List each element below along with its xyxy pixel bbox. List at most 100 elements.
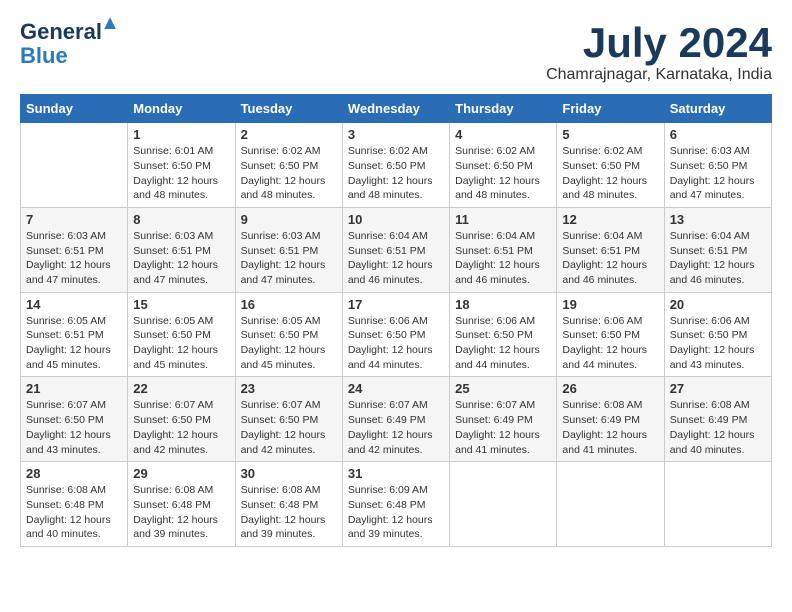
day-number: 9: [241, 212, 337, 227]
day-number: 16: [241, 297, 337, 312]
calendar-row: 28 Sunrise: 6:08 AMSunset: 6:48 PMDayligh…: [21, 462, 772, 547]
calendar-cell: 9Sunrise: 6:03 AMSunset: 6:51 PMDaylight…: [235, 207, 342, 292]
calendar-cell: [664, 462, 771, 547]
logo: General ▲ Blue: [20, 20, 102, 68]
weekday-header-monday: Monday: [128, 95, 235, 123]
calendar-cell: 25 Sunrise: 6:07 AMSunset: 6:49 PMDayligh…: [450, 377, 557, 462]
day-detail: Sunrise: 6:07 AMSunset: 6:50 PMDaylight:…: [133, 398, 229, 457]
calendar-row: 14Sunrise: 6:05 AMSunset: 6:51 PMDayligh…: [21, 292, 772, 377]
logo-bird-icon: ▲: [100, 12, 120, 35]
calendar-cell: [21, 123, 128, 208]
day-detail: Sunrise: 6:08 AMSunset: 6:48 PMDaylight:…: [241, 483, 337, 542]
calendar-cell: 15 Sunrise: 6:05 AMSunset: 6:50 PMDayligh…: [128, 292, 235, 377]
calendar-cell: [557, 462, 664, 547]
day-number: 17: [348, 297, 444, 312]
day-number: 4: [455, 127, 551, 142]
day-detail: Sunrise: 6:04 AMSunset: 6:51 PMDaylight:…: [670, 229, 766, 288]
calendar-row: 7 Sunrise: 6:03 AMSunset: 6:51 PMDaylight…: [21, 207, 772, 292]
calendar-cell: 17 Sunrise: 6:06 AMSunset: 6:50 PMDayligh…: [342, 292, 449, 377]
day-detail: Sunrise: 6:08 AMSunset: 6:48 PMDaylight:…: [26, 483, 122, 542]
day-number: 27: [670, 381, 766, 396]
day-number: 15: [133, 297, 229, 312]
calendar-cell: 23 Sunrise: 6:07 AMSunset: 6:50 PMDayligh…: [235, 377, 342, 462]
calendar-cell: 26 Sunrise: 6:08 AMSunset: 6:49 PMDayligh…: [557, 377, 664, 462]
calendar-cell: 31 Sunrise: 6:09 AMSunset: 6:48 PMDayligh…: [342, 462, 449, 547]
calendar-cell: 8 Sunrise: 6:03 AMSunset: 6:51 PMDaylight…: [128, 207, 235, 292]
day-number: 25: [455, 381, 551, 396]
day-detail: Sunrise: 6:07 AMSunset: 6:49 PMDaylight:…: [455, 398, 551, 457]
day-number: 8: [133, 212, 229, 227]
day-number: 18: [455, 297, 551, 312]
calendar-cell: 16 Sunrise: 6:05 AMSunset: 6:50 PMDayligh…: [235, 292, 342, 377]
day-detail: Sunrise: 6:05 AMSunset: 6:50 PMDaylight:…: [133, 314, 229, 373]
calendar-cell: 10Sunrise: 6:04 AMSunset: 6:51 PMDayligh…: [342, 207, 449, 292]
calendar-cell: 7Sunrise: 6:03 AMSunset: 6:51 PMDaylight…: [21, 207, 128, 292]
page-title: July 2024: [546, 20, 772, 66]
day-number: 31: [348, 466, 444, 481]
calendar-cell: 11 Sunrise: 6:04 AMSunset: 6:51 PMDayligh…: [450, 207, 557, 292]
day-number: 12: [562, 212, 658, 227]
day-detail: Sunrise: 6:02 AMSunset: 6:50 PMDaylight:…: [455, 144, 551, 203]
calendar-cell: 3Sunrise: 6:02 AMSunset: 6:50 PMDaylight…: [342, 123, 449, 208]
weekday-header-tuesday: Tuesday: [235, 95, 342, 123]
calendar-cell: 6Sunrise: 6:03 AMSunset: 6:50 PMDaylight…: [664, 123, 771, 208]
day-detail: Sunrise: 6:07 AMSunset: 6:50 PMDaylight:…: [241, 398, 337, 457]
calendar-cell: 18Sunrise: 6:06 AMSunset: 6:50 PMDayligh…: [450, 292, 557, 377]
calendar-row: 1Sunrise: 6:01 AMSunset: 6:50 PMDaylight…: [21, 123, 772, 208]
day-number: 22: [133, 381, 229, 396]
calendar-cell: 14Sunrise: 6:05 AMSunset: 6:51 PMDayligh…: [21, 292, 128, 377]
day-number: 13: [670, 212, 766, 227]
day-number: 19: [562, 297, 658, 312]
calendar-cell: 29 Sunrise: 6:08 AMSunset: 6:48 PMDayligh…: [128, 462, 235, 547]
calendar-cell: 22 Sunrise: 6:07 AMSunset: 6:50 PMDayligh…: [128, 377, 235, 462]
day-detail: Sunrise: 6:07 AMSunset: 6:50 PMDaylight:…: [26, 398, 122, 457]
day-detail: Sunrise: 6:03 AMSunset: 6:51 PMDaylight:…: [133, 229, 229, 288]
logo-general: General: [20, 19, 102, 44]
day-number: 1: [133, 127, 229, 142]
day-detail: Sunrise: 6:04 AMSunset: 6:51 PMDaylight:…: [455, 229, 551, 288]
day-detail: Sunrise: 6:05 AMSunset: 6:50 PMDaylight:…: [241, 314, 337, 373]
day-detail: Sunrise: 6:04 AMSunset: 6:51 PMDaylight:…: [562, 229, 658, 288]
calendar-cell: 5Sunrise: 6:02 AMSunset: 6:50 PMDaylight…: [557, 123, 664, 208]
day-number: 26: [562, 381, 658, 396]
calendar-cell: 2Sunrise: 6:02 AMSunset: 6:50 PMDaylight…: [235, 123, 342, 208]
day-detail: Sunrise: 6:02 AMSunset: 6:50 PMDaylight:…: [348, 144, 444, 203]
weekday-header-row: SundayMondayTuesdayWednesdayThursdayFrid…: [21, 95, 772, 123]
calendar-cell: 21 Sunrise: 6:07 AMSunset: 6:50 PMDayligh…: [21, 377, 128, 462]
day-number: 21: [26, 381, 122, 396]
day-detail: Sunrise: 6:07 AMSunset: 6:49 PMDaylight:…: [348, 398, 444, 457]
logo-blue: Blue: [20, 44, 68, 68]
calendar-cell: 19 Sunrise: 6:06 AMSunset: 6:50 PMDayligh…: [557, 292, 664, 377]
day-detail: Sunrise: 6:08 AMSunset: 6:49 PMDaylight:…: [562, 398, 658, 457]
page-container: General ▲ Blue July 2024 Chamrajnagar, K…: [20, 20, 772, 547]
weekday-header-sunday: Sunday: [21, 95, 128, 123]
day-number: 28: [26, 466, 122, 481]
calendar-cell: 20 Sunrise: 6:06 AMSunset: 6:50 PMDayligh…: [664, 292, 771, 377]
calendar-cell: 28 Sunrise: 6:08 AMSunset: 6:48 PMDayligh…: [21, 462, 128, 547]
weekday-header-saturday: Saturday: [664, 95, 771, 123]
calendar-row: 21 Sunrise: 6:07 AMSunset: 6:50 PMDayligh…: [21, 377, 772, 462]
page-subtitle: Chamrajnagar, Karnataka, India: [546, 66, 772, 84]
calendar-cell: 24Sunrise: 6:07 AMSunset: 6:49 PMDayligh…: [342, 377, 449, 462]
day-detail: Sunrise: 6:06 AMSunset: 6:50 PMDaylight:…: [670, 314, 766, 373]
calendar-cell: 30 Sunrise: 6:08 AMSunset: 6:48 PMDayligh…: [235, 462, 342, 547]
day-number: 5: [562, 127, 658, 142]
calendar-cell: 13 Sunrise: 6:04 AMSunset: 6:51 PMDayligh…: [664, 207, 771, 292]
weekday-header-thursday: Thursday: [450, 95, 557, 123]
calendar-cell: 27Sunrise: 6:08 AMSunset: 6:49 PMDayligh…: [664, 377, 771, 462]
day-number: 11: [455, 212, 551, 227]
day-number: 10: [348, 212, 444, 227]
day-number: 7: [26, 212, 122, 227]
day-detail: Sunrise: 6:08 AMSunset: 6:48 PMDaylight:…: [133, 483, 229, 542]
day-detail: Sunrise: 6:09 AMSunset: 6:48 PMDaylight:…: [348, 483, 444, 542]
day-number: 23: [241, 381, 337, 396]
day-number: 30: [241, 466, 337, 481]
day-number: 29: [133, 466, 229, 481]
calendar-cell: [450, 462, 557, 547]
day-detail: Sunrise: 6:06 AMSunset: 6:50 PMDaylight:…: [348, 314, 444, 373]
day-number: 20: [670, 297, 766, 312]
day-detail: Sunrise: 6:06 AMSunset: 6:50 PMDaylight:…: [562, 314, 658, 373]
calendar-cell: 12 Sunrise: 6:04 AMSunset: 6:51 PMDayligh…: [557, 207, 664, 292]
weekday-header-friday: Friday: [557, 95, 664, 123]
header: General ▲ Blue July 2024 Chamrajnagar, K…: [20, 20, 772, 84]
